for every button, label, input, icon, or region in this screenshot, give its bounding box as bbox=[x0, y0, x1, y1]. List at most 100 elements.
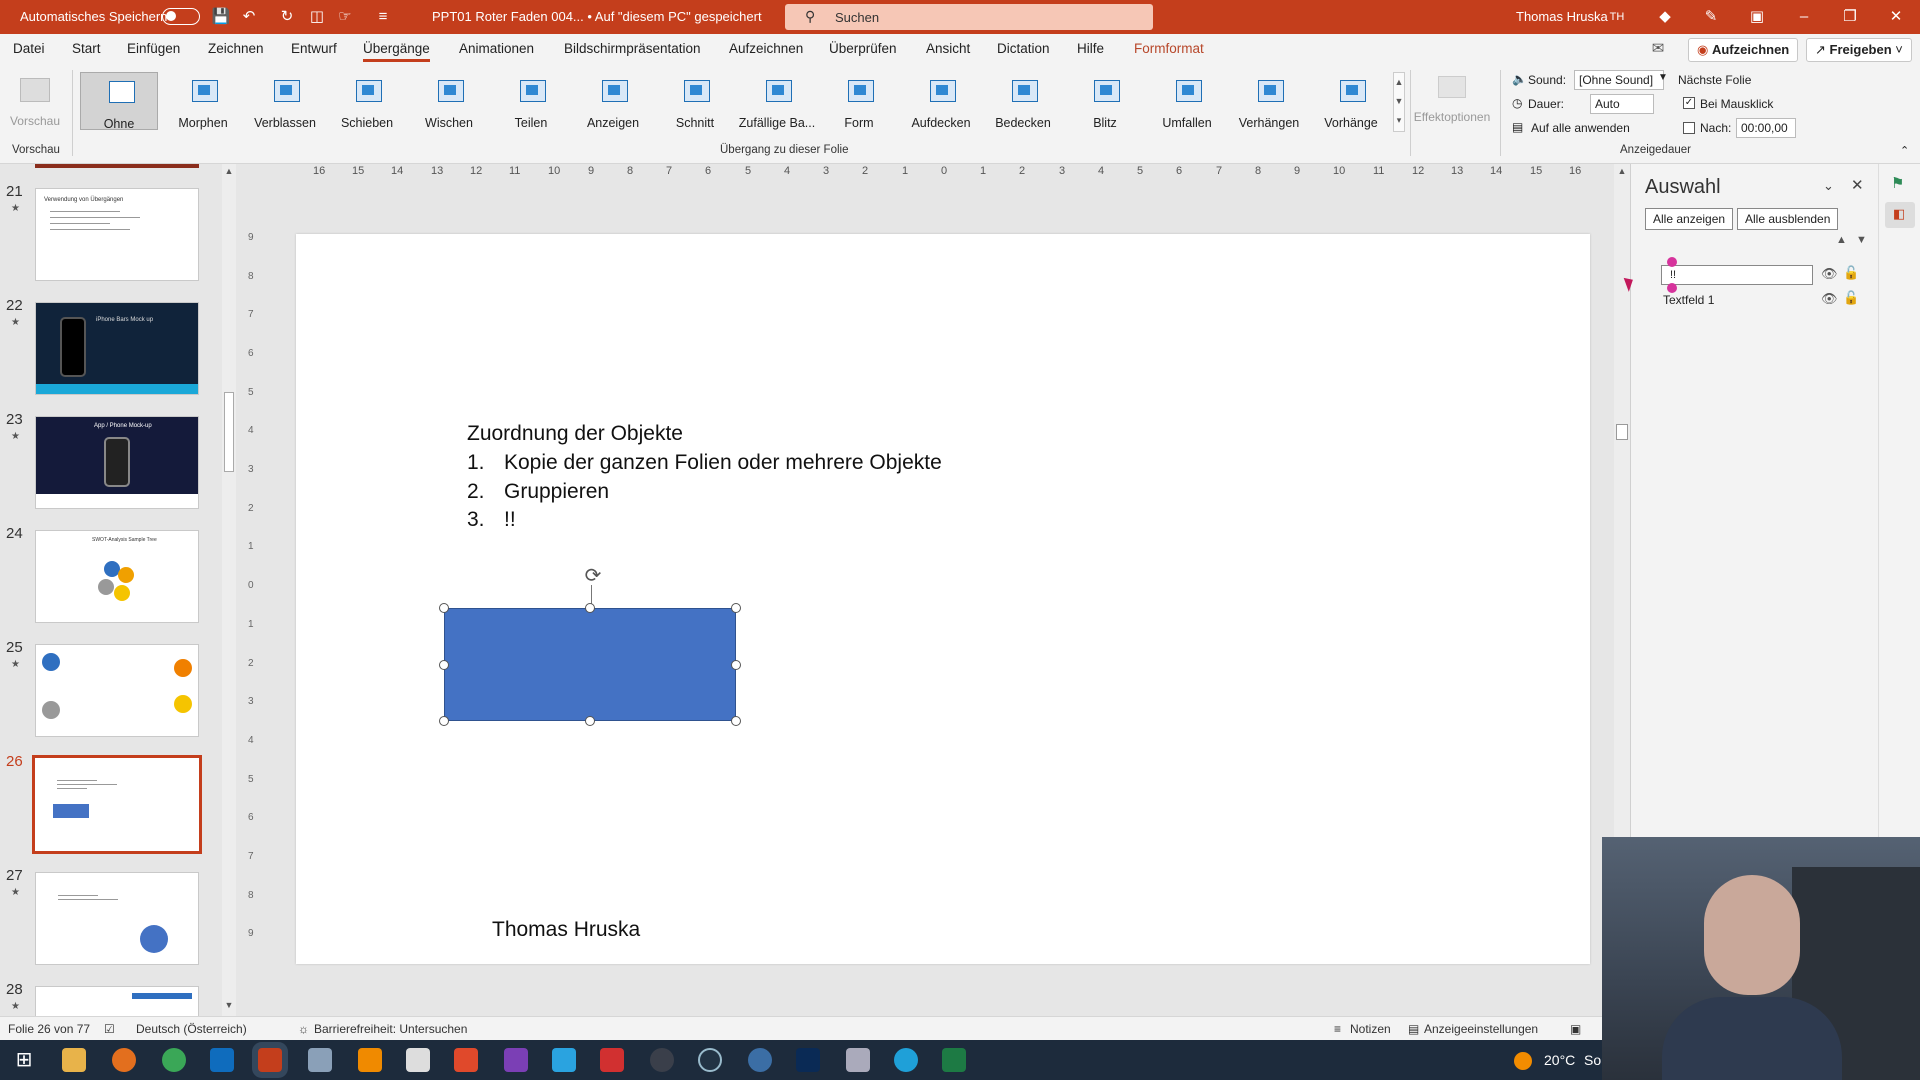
obs-icon[interactable] bbox=[698, 1048, 722, 1072]
autosave-toggle[interactable] bbox=[162, 8, 200, 25]
app-icon[interactable] bbox=[600, 1048, 624, 1072]
menu-uebergaenge[interactable]: Übergänge bbox=[363, 41, 430, 62]
search-box[interactable]: ⚲ Suchen bbox=[785, 4, 1153, 30]
app-icon[interactable] bbox=[406, 1048, 430, 1072]
display-settings-button[interactable]: Anzeigeeinstellungen bbox=[1424, 1022, 1538, 1036]
selection-item-label[interactable]: Textfeld 1 bbox=[1663, 293, 1714, 307]
transition-vorhaenge[interactable]: Vorhänge bbox=[1312, 72, 1390, 130]
app-icon[interactable] bbox=[650, 1048, 674, 1072]
chevron-down-icon[interactable]: ⌄ bbox=[1823, 178, 1834, 194]
transition-aufdecken[interactable]: Aufdecken bbox=[902, 72, 980, 130]
windows-start-icon[interactable]: ⊞ bbox=[12, 1048, 36, 1072]
resize-handle[interactable] bbox=[585, 716, 595, 726]
minimize-icon[interactable]: – bbox=[1784, 4, 1824, 30]
scroll-up-icon[interactable]: ▲ bbox=[1616, 166, 1628, 176]
accessibility-status[interactable]: Barrierefreiheit: Untersuchen bbox=[314, 1022, 467, 1036]
object-rename-input[interactable]: !! bbox=[1661, 265, 1813, 285]
redo-icon[interactable]: ↻ bbox=[276, 6, 298, 28]
firefox-icon[interactable] bbox=[112, 1048, 136, 1072]
thumbnail-slide-21[interactable]: Verwendung von Übergängen bbox=[35, 188, 199, 281]
document-title[interactable]: PPT01 Roter Faden 004... • Auf "diesem P… bbox=[432, 9, 762, 24]
blue-rectangle-shape[interactable] bbox=[444, 608, 736, 721]
transition-anzeigen[interactable]: Anzeigen bbox=[574, 72, 652, 130]
close-icon[interactable]: ✕ bbox=[1851, 176, 1864, 194]
bring-forward-icon[interactable]: ▲ bbox=[1836, 234, 1847, 246]
transition-ohne[interactable]: Ohne bbox=[80, 72, 158, 131]
app-icon[interactable] bbox=[308, 1048, 332, 1072]
transition-teilen[interactable]: Teilen bbox=[492, 72, 570, 130]
thumbnail-slide-28[interactable] bbox=[35, 986, 199, 1016]
unlock-icon[interactable]: 🔓 bbox=[1843, 265, 1859, 281]
app-icon[interactable] bbox=[846, 1048, 870, 1072]
menu-entwurf[interactable]: Entwurf bbox=[291, 41, 337, 56]
eye-icon[interactable]: 👁 bbox=[1821, 291, 1838, 307]
menu-ueberpruefen[interactable]: Überprüfen bbox=[829, 41, 897, 56]
share-button[interactable]: ↗ Freigeben ˅ bbox=[1806, 38, 1912, 62]
transition-form[interactable]: Form bbox=[820, 72, 898, 130]
transition-zufaellige-balken[interactable]: Zufällige Ba... bbox=[738, 72, 816, 130]
menu-ansicht[interactable]: Ansicht bbox=[926, 41, 970, 56]
unlock-icon[interactable]: 🔓 bbox=[1843, 290, 1859, 306]
outlook-icon[interactable] bbox=[210, 1048, 234, 1072]
language-indicator[interactable]: Deutsch (Österreich) bbox=[136, 1022, 247, 1036]
app-icon[interactable] bbox=[454, 1048, 478, 1072]
edge-icon[interactable] bbox=[894, 1048, 918, 1072]
scrollbar-thumb[interactable] bbox=[224, 392, 234, 472]
duration-input[interactable]: Auto bbox=[1590, 94, 1654, 114]
send-backward-icon[interactable]: ▼ bbox=[1856, 234, 1867, 246]
designer-icon[interactable]: ⚑ bbox=[1891, 174, 1904, 192]
normal-view-icon[interactable]: ▣ bbox=[1570, 1022, 1581, 1036]
menu-start[interactable]: Start bbox=[72, 41, 101, 56]
thumbnail-slide-24[interactable]: SWOT-Analysis Sample Tree bbox=[35, 530, 199, 623]
apply-all-button[interactable]: Auf alle anwenden bbox=[1531, 121, 1630, 135]
list-item[interactable]: Kopie der ganzen Folien oder mehrere Obj… bbox=[504, 451, 942, 475]
after-time-input[interactable]: 00:00,00 bbox=[1736, 118, 1796, 138]
spellcheck-icon[interactable]: ☑ bbox=[104, 1022, 115, 1036]
save-icon[interactable]: 💾 bbox=[210, 6, 232, 28]
comments-icon[interactable]: ✉ bbox=[1647, 38, 1669, 60]
transition-umfallen[interactable]: Umfallen bbox=[1148, 72, 1226, 130]
resize-handle[interactable] bbox=[439, 660, 449, 670]
menu-datei[interactable]: Datei bbox=[13, 41, 45, 56]
undo-icon[interactable]: ↶ bbox=[238, 6, 260, 28]
list-item[interactable]: !! bbox=[504, 508, 516, 532]
touch-mode-icon[interactable]: ☞ bbox=[334, 6, 356, 28]
powerpoint-icon[interactable] bbox=[258, 1048, 282, 1072]
list-item[interactable]: Gruppieren bbox=[504, 480, 609, 504]
transition-bedecken[interactable]: Bedecken bbox=[984, 72, 1062, 130]
slide-heading[interactable]: Zuordnung der Objekte bbox=[467, 422, 683, 446]
sound-select[interactable]: [Ohne Sound] bbox=[1574, 70, 1664, 90]
menu-bildschirmpraesentation[interactable]: Bildschirmpräsentation bbox=[564, 41, 701, 56]
thumbnail-scrollbar[interactable]: ▲ ▼ bbox=[222, 164, 236, 1016]
record-button[interactable]: ◉ Aufzeichnen bbox=[1688, 38, 1799, 62]
restore-icon[interactable]: ❐ bbox=[1830, 4, 1870, 30]
resize-handle[interactable] bbox=[731, 660, 741, 670]
thumbnail-slide-23[interactable]: App / Phone Mock-up bbox=[35, 416, 199, 509]
chrome-icon[interactable] bbox=[162, 1048, 186, 1072]
transition-wischen[interactable]: Wischen bbox=[410, 72, 488, 130]
thumbnail-slide-26[interactable] bbox=[32, 755, 202, 854]
vlc-icon[interactable] bbox=[358, 1048, 382, 1072]
menu-einfuegen[interactable]: Einfügen bbox=[127, 41, 180, 56]
menu-dictation[interactable]: Dictation bbox=[997, 41, 1050, 56]
show-all-button[interactable]: Alle anzeigen bbox=[1645, 208, 1734, 230]
ribbon-display-icon[interactable]: ▣ bbox=[1746, 6, 1768, 28]
on-click-checkbox[interactable]: ✓ bbox=[1683, 97, 1695, 109]
menu-aufzeichnen[interactable]: Aufzeichnen bbox=[729, 41, 803, 56]
slide-canvas[interactable]: Zuordnung der Objekte 1. Kopie der ganze… bbox=[296, 234, 1590, 964]
excel-icon[interactable] bbox=[942, 1048, 966, 1072]
collapse-ribbon-icon[interactable]: ⌃ bbox=[1900, 144, 1909, 157]
menu-zeichnen[interactable]: Zeichnen bbox=[208, 41, 264, 56]
menu-formformat[interactable]: Formformat bbox=[1134, 41, 1204, 56]
eye-icon[interactable]: 👁 bbox=[1821, 266, 1838, 282]
thumbnail-slide-27[interactable] bbox=[35, 872, 199, 965]
effect-options-button[interactable]: Effektoptionen bbox=[1412, 72, 1492, 142]
gallery-scroll[interactable]: ▲ ▼ ▾ bbox=[1393, 72, 1405, 132]
slide-footer[interactable]: Thomas Hruska bbox=[492, 918, 640, 942]
chevron-down-icon[interactable]: ▼ bbox=[1658, 72, 1668, 83]
close-window-icon[interactable]: ✕ bbox=[1876, 4, 1916, 30]
scrollbar-thumb[interactable] bbox=[1616, 424, 1628, 440]
onenote-icon[interactable] bbox=[504, 1048, 528, 1072]
transition-morphen[interactable]: Morphen bbox=[164, 72, 242, 130]
resize-handle[interactable] bbox=[731, 716, 741, 726]
